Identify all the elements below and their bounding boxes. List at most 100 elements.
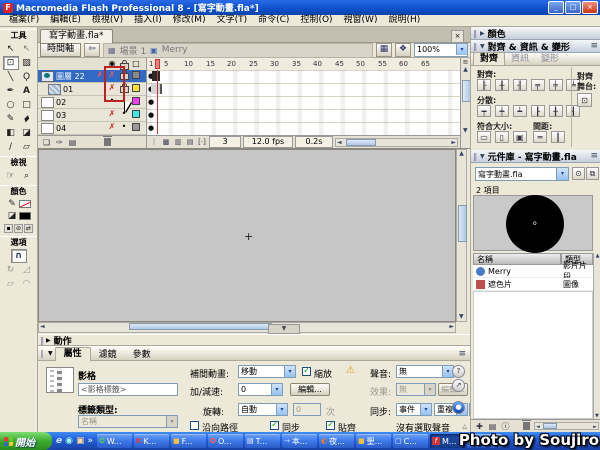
distribute-vcenter-button[interactable]: ┿ [495, 105, 509, 117]
frame-label-input[interactable]: <影格標籤> [78, 383, 178, 396]
detach-icon[interactable]: ↗ [452, 379, 465, 392]
library-panel-header[interactable]: ‖ ▼ 元件庫 - 寫字動畫.fla ≡ [471, 150, 600, 163]
tab-transform[interactable]: 變形 [535, 53, 565, 65]
snap-checkbox[interactable] [326, 421, 335, 430]
tab-parameters[interactable]: 參數 [125, 347, 159, 360]
scroll-up-arrow-icon[interactable]: ▲ [457, 150, 466, 157]
fill-color-swatch[interactable] [19, 212, 31, 220]
expand-arrow-icon[interactable]: ▶ [46, 337, 51, 344]
zoom-dropdown-arrow-icon[interactable]: ▾ [456, 44, 467, 55]
menu-commands[interactable]: 命令(C) [253, 15, 294, 26]
scroll-thumb[interactable] [346, 139, 376, 146]
layer-name[interactable]: 01 [63, 85, 73, 94]
expand-arrow-icon[interactable]: ▶ [480, 30, 485, 37]
zoom-tool-icon[interactable]: ⌕ [19, 169, 35, 183]
ink-bottle-tool-icon[interactable]: ◧ [3, 126, 19, 140]
onion-skin-outlines-icon[interactable]: ▥ [173, 138, 183, 146]
gradient-transform-tool-icon[interactable]: ▧ [19, 56, 35, 70]
edit-scene-icon[interactable]: ▦ [376, 43, 392, 57]
menu-file[interactable]: 檔案(F) [4, 15, 44, 26]
snap-magnet-option-icon[interactable]: ∩ [11, 249, 27, 263]
distribute-left-button[interactable]: ┠ [531, 105, 545, 117]
breadcrumb-symbol[interactable]: Merry [162, 45, 188, 55]
scroll-thumb[interactable] [458, 205, 467, 242]
scroll-left-arrow-icon[interactable]: ◄ [536, 423, 540, 431]
menu-insert[interactable]: 插入(I) [129, 15, 167, 26]
menu-view[interactable]: 檢視(V) [87, 15, 128, 26]
scroll-right-arrow-icon[interactable]: ► [593, 423, 597, 431]
effect-select[interactable]: 無 [396, 383, 436, 396]
distribute-bottom-button[interactable]: ┷ [513, 105, 527, 117]
subselection-tool-icon[interactable]: ↖ [19, 42, 35, 56]
new-folder-button[interactable]: ▤ [487, 422, 498, 431]
tab-filters[interactable]: 濾鏡 [91, 347, 125, 360]
restore-button[interactable]: □ [565, 1, 581, 14]
no-color-button[interactable]: ⊘ [14, 224, 23, 233]
start-button[interactable]: 開始 [0, 432, 52, 450]
tab-properties[interactable]: 屬性 [55, 347, 91, 361]
scroll-right-arrow-icon[interactable]: ► [449, 323, 454, 331]
menu-window[interactable]: 視窗(W) [339, 15, 383, 26]
panel-gripper[interactable]: ‖ [473, 152, 477, 161]
document-tab[interactable]: 寫字動畫.fla* [40, 29, 113, 44]
panel-menu-icon[interactable]: ≡ [458, 349, 466, 359]
library-horizontal-scrollbar[interactable]: ◄ ► [534, 422, 599, 430]
taskbar-button-7[interactable]: ◐ 夜... [319, 434, 354, 448]
close-button[interactable]: × [582, 1, 598, 14]
collapse-arrow-icon[interactable]: ▼ [480, 153, 485, 160]
taskbar-button-9[interactable]: ▢ C... [393, 434, 428, 448]
sound-info-icon[interactable]: ● [452, 401, 465, 414]
ease-input[interactable]: 0 [238, 383, 283, 396]
panel-gripper[interactable]: ‖ [40, 336, 44, 345]
panel-menu-icon[interactable]: ≡ [590, 151, 598, 161]
swap-colors-button[interactable]: ⇄ [24, 224, 33, 233]
library-column-name[interactable]: 名稱 [473, 253, 561, 265]
back-arrow-icon[interactable]: ⇦ [84, 43, 100, 57]
edit-symbol-icon[interactable]: ❖ [395, 43, 411, 57]
sound-sync-select[interactable]: 事件 [396, 403, 432, 416]
delete-layer-trash-icon[interactable] [104, 138, 111, 146]
tween-select[interactable]: 移動 [238, 365, 296, 378]
center-frame-icon[interactable]: ｜ [149, 137, 159, 147]
lasso-tool-icon[interactable]: Ϙ [19, 70, 35, 84]
selection-tool-icon[interactable]: ↖ [3, 42, 19, 56]
tab-info[interactable]: 資訊 [505, 53, 535, 65]
collapse-arrow-icon[interactable]: ▼ [480, 43, 485, 50]
taskbar-button-6[interactable]: → 本... [282, 434, 317, 448]
onion-skin-icon[interactable]: ▩ [161, 138, 171, 146]
layer-unlocked-dot[interactable]: • [118, 121, 130, 135]
align-hcenter-button[interactable]: ╫ [495, 79, 509, 91]
scale-option-icon[interactable]: ◿ [19, 263, 35, 277]
insert-layer-button[interactable]: ❏ [41, 138, 52, 147]
warning-icon[interactable]: ⚠ [346, 365, 355, 376]
taskbar-button-2[interactable]: K K... [134, 434, 169, 448]
zoom-level-select[interactable]: 100% ▾ [414, 43, 468, 57]
ease-edit-button[interactable]: 編輯... [290, 383, 330, 396]
menu-help[interactable]: 說明(H) [383, 15, 425, 26]
scroll-right-arrow-icon[interactable]: ► [451, 139, 456, 147]
scale-checkbox[interactable] [302, 367, 311, 376]
playhead[interactable] [155, 59, 160, 69]
edit-multiple-frames-icon[interactable]: ▤ [185, 138, 195, 146]
rotate-select[interactable]: 自動 [238, 403, 288, 416]
layer-name[interactable]: 03 [56, 111, 66, 120]
insert-folder-button[interactable]: ▤ [67, 138, 78, 147]
rotate-skew-option-icon[interactable]: ↻ [3, 263, 19, 277]
label-type-select[interactable]: 名稱 [78, 415, 178, 428]
timeline-vertical-scrollbar[interactable]: ≡ ▲ ▼ [460, 58, 470, 148]
stage-horizontal-scrollbar[interactable]: ◄ ► [38, 322, 456, 333]
timeline-panel-button[interactable]: 時間軸 [40, 43, 81, 57]
pin-library-icon[interactable]: ⊙ [572, 167, 585, 180]
panel-collapse-handle[interactable]: ▼ [268, 324, 300, 334]
menu-modify[interactable]: 修改(M) [168, 15, 211, 26]
oval-tool-icon[interactable]: ○ [3, 98, 19, 112]
free-transform-tool-icon[interactable]: ⊡ [3, 56, 19, 70]
layer-row-5[interactable]: 04 ✗ • [38, 122, 146, 135]
taskbar-button-1[interactable]: ❂ W... [97, 434, 132, 448]
library-item-mask[interactable]: 遮色片 [473, 278, 561, 291]
symbol-properties-button[interactable]: ⓘ [500, 421, 511, 432]
frame-row-3[interactable]: ● [147, 96, 461, 109]
scroll-left-arrow-icon[interactable]: ◄ [40, 323, 45, 331]
quick-launch-icon-3[interactable]: ▣ [76, 436, 85, 446]
layer-name[interactable]: 02 [56, 98, 66, 107]
